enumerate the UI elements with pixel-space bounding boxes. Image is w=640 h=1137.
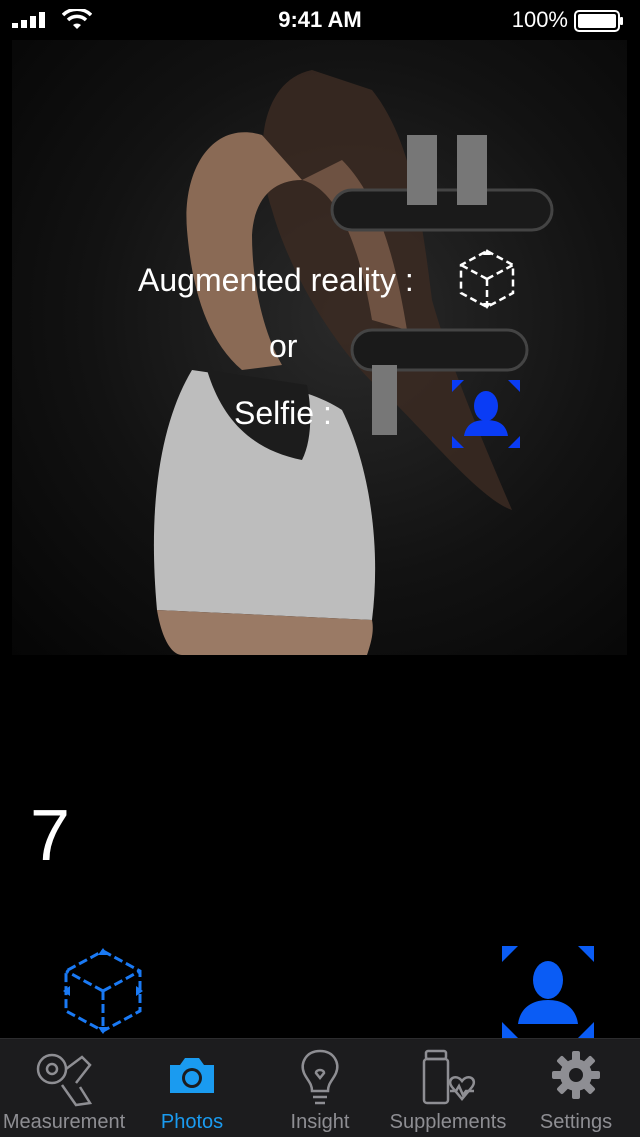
camera-icon — [170, 1058, 214, 1093]
augmented-reality-label: Augmented reality : — [138, 262, 414, 298]
selfie-person-icon[interactable] — [452, 380, 520, 448]
tab-photos-label: Photos — [160, 1111, 224, 1133]
selfie-button[interactable] — [502, 946, 594, 1038]
battery-percentage: 100% — [511, 7, 568, 32]
status-bar: 9:41 AM 100% — [0, 0, 640, 40]
augmented-reality-cube-icon[interactable] — [455, 247, 519, 311]
photo-counter: 7 — [30, 796, 71, 876]
tab-bar: Measurement Photos Insight Supplements S… — [0, 1038, 640, 1137]
or-label: or — [269, 328, 298, 364]
tab-supplements[interactable]: Supplements — [384, 1039, 512, 1137]
augmented-reality-button[interactable] — [60, 946, 146, 1036]
tab-measurement-label: Measurement — [2, 1111, 126, 1133]
tab-settings[interactable]: Settings — [512, 1039, 640, 1137]
measuring-tape-icon — [36, 1053, 93, 1107]
gear-icon — [552, 1051, 600, 1099]
tab-measurement[interactable]: Measurement — [0, 1039, 128, 1137]
battery-icon — [574, 10, 623, 32]
tab-supplements-label: Supplements — [389, 1111, 507, 1133]
selfie-label: Selfie : — [234, 395, 332, 431]
lightbulb-icon — [301, 1049, 339, 1105]
tab-photos[interactable]: Photos — [128, 1039, 256, 1137]
tab-insight[interactable]: Insight — [256, 1039, 384, 1137]
tab-insight-label: Insight — [290, 1111, 350, 1133]
tab-settings-label: Settings — [539, 1111, 613, 1133]
supplements-heart-icon — [422, 1049, 476, 1105]
fitness-woman-image — [153, 70, 554, 655]
hero-photo: Augmented reality : or Selfie : — [12, 40, 627, 655]
